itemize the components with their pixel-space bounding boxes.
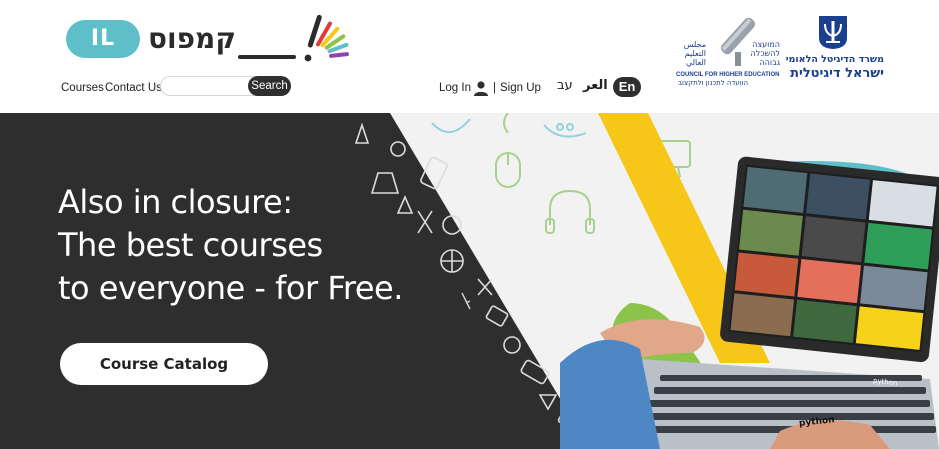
gov-digital-israel-name: ישראל דיגיטלית — [790, 66, 884, 81]
signup-link[interactable]: Sign Up — [500, 82, 541, 94]
course-catalog-button[interactable]: Course Catalog — [60, 343, 268, 385]
che-arabic-name: مجلس التعليم العالي — [683, 40, 706, 67]
hero-line-1: Also in closure: — [58, 183, 293, 221]
logo-wordmark: קמפוס — [148, 22, 236, 55]
hero-headline: Also in closure: The best courses to eve… — [58, 181, 418, 310]
state-emblem-icon — [819, 16, 847, 49]
logo-underline — [238, 55, 296, 59]
search-button[interactable]: Search — [248, 76, 291, 96]
lang-hebrew-option[interactable]: עב — [557, 78, 573, 93]
logo-il-badge: IL — [66, 20, 140, 58]
digital-israel-logo[interactable]: משרד הדיגיטל הלאומי ישראל דיגיטלית — [782, 14, 886, 86]
hero-line-2: The best courses — [58, 226, 323, 264]
user-icon[interactable] — [473, 80, 489, 96]
hero-line-3: to everyone - for Free. — [58, 269, 403, 307]
lang-arabic-option[interactable]: العر — [583, 78, 608, 93]
logo-rays-icon — [304, 14, 349, 62]
laptop — [720, 156, 939, 363]
login-link[interactable]: Log In — [439, 82, 471, 94]
council-higher-education-logo[interactable]: مجلس التعليم العالي המועצה להשכלה גבוהה … — [676, 12, 780, 88]
account-links: Log In | Sign Up — [439, 78, 549, 100]
hero-banner: python python Also in closure: The best … — [0, 113, 939, 449]
account-separator: | — [493, 82, 496, 94]
nav-contact-link[interactable]: Contact Us — [105, 82, 162, 94]
gov-ministry-name: משרד הדיגיטל הלאומי — [785, 54, 884, 65]
che-hebrew-name: המועצה להשכלה גבוהה — [750, 40, 780, 67]
language-switcher: עב العر En — [555, 77, 645, 99]
laptop-course-tiles — [730, 166, 937, 350]
site-header: IL קמפוס Courses Contact Us Search Log I… — [0, 0, 939, 113]
lang-english-option[interactable]: En — [613, 77, 641, 97]
che-hebrew-subtitle: הוועדה לתכנון ולתקצוב — [678, 79, 749, 87]
nav-courses-link[interactable]: Courses — [61, 82, 104, 94]
campus-il-logo[interactable]: IL קמפוס — [66, 10, 362, 68]
che-english-name: COUNCIL FOR HIGHER EDUCATION — [676, 72, 780, 78]
